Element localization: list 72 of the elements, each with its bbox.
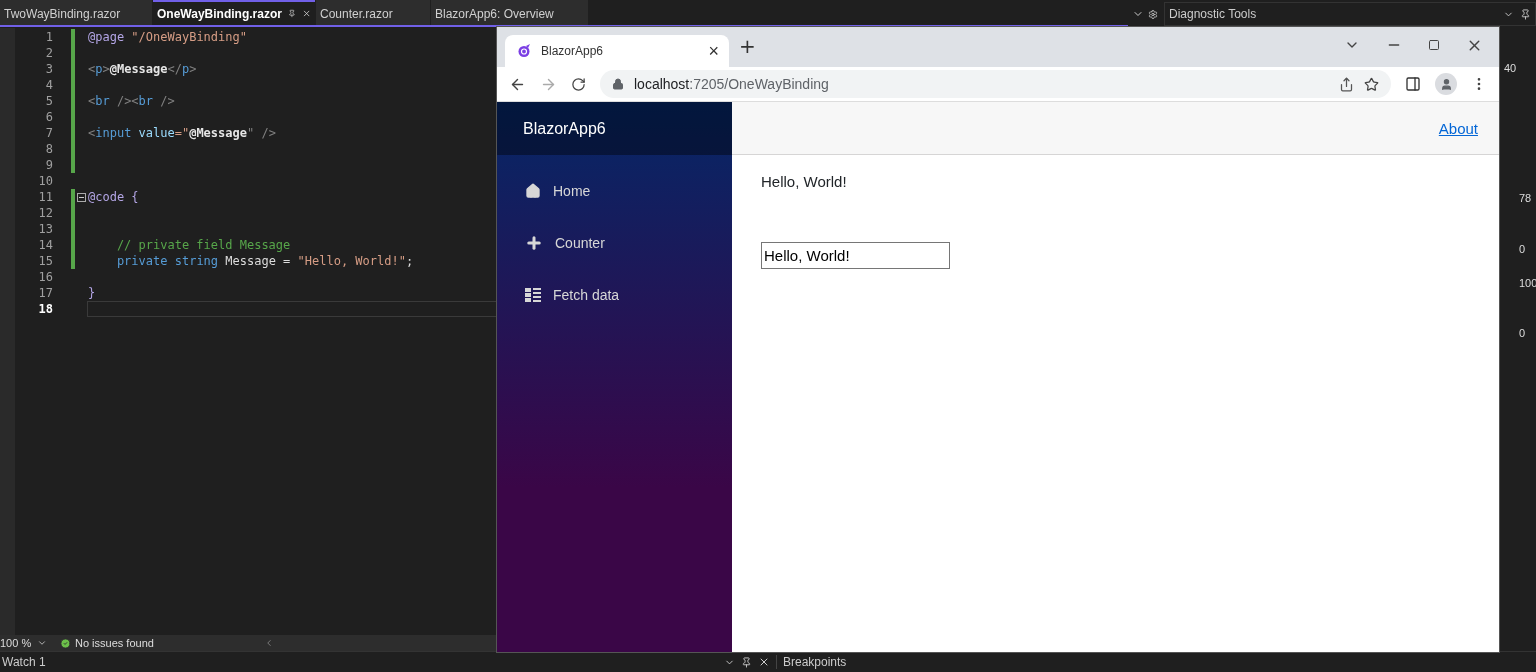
code-line: } xyxy=(88,286,96,300)
line-number: 15 xyxy=(37,254,53,268)
star-icon[interactable] xyxy=(1364,76,1379,92)
nav-label: Fetch data xyxy=(553,287,620,303)
line-number: 8 xyxy=(44,142,53,156)
line-number: 9 xyxy=(44,158,53,172)
code-line: private string Message = "Hello, World!"; xyxy=(115,254,414,268)
close-icon[interactable] xyxy=(758,656,770,668)
address-bar[interactable]: localhost:7205/OneWayBinding xyxy=(600,70,1391,98)
pin-icon[interactable] xyxy=(1520,8,1531,20)
chart-reading: 0 xyxy=(1519,243,1526,255)
line-number: 1 xyxy=(44,30,53,44)
reload-icon[interactable] xyxy=(571,76,586,92)
nav-label: Counter xyxy=(555,235,605,251)
plus-icon xyxy=(525,234,543,252)
line-number: 12 xyxy=(37,206,53,220)
settings-icon[interactable] xyxy=(1148,8,1158,20)
line-number: 13 xyxy=(37,222,53,236)
line-number: 16 xyxy=(37,270,53,284)
panel-tab[interactable]: Watch 1 xyxy=(0,655,718,669)
line-number: 6 xyxy=(44,110,53,124)
person-icon xyxy=(1439,77,1453,91)
about-link[interactable]: About xyxy=(1438,119,1478,137)
nav-link[interactable]: Home xyxy=(509,167,720,215)
nav-link[interactable]: Fetch data xyxy=(509,271,720,319)
zoom-level[interactable]: 100 % xyxy=(0,637,32,649)
line-number: 3 xyxy=(44,62,53,76)
line-number: 7 xyxy=(44,126,53,140)
new-tab-button[interactable]: + xyxy=(739,34,756,58)
line-number: 5 xyxy=(44,94,53,108)
line-number: 4 xyxy=(44,78,53,92)
message-input[interactable]: Hello, World! xyxy=(761,242,950,269)
pin-icon[interactable] xyxy=(287,8,296,19)
code-line: <p>@Message</p> xyxy=(88,62,197,76)
panel-title: Diagnostic Tools xyxy=(1169,7,1257,21)
line-number: 17 xyxy=(37,286,53,300)
line-number: 10 xyxy=(37,174,53,188)
message-text: Hello, World! xyxy=(761,173,847,190)
nav-label: Home xyxy=(553,183,591,199)
code-line: @code { xyxy=(88,190,139,204)
code-line: // private field Message xyxy=(115,238,291,252)
profile-button[interactable] xyxy=(1435,73,1457,95)
pin-icon[interactable] xyxy=(741,656,752,668)
app-brand[interactable]: BlazorApp6 xyxy=(497,102,732,155)
chart-reading: 78 xyxy=(1519,192,1532,204)
code-line: <input value="@Message" /> xyxy=(88,126,276,140)
panel-tab[interactable]: Breakpoints xyxy=(776,655,847,669)
share-icon[interactable] xyxy=(1339,76,1354,92)
lock-icon xyxy=(612,78,624,90)
line-number: 18 xyxy=(37,302,53,316)
code-line: <br /><br /> xyxy=(88,94,175,108)
side-panel-icon[interactable] xyxy=(1405,76,1421,92)
line-number: 11 xyxy=(37,190,53,204)
nav-link[interactable]: Counter xyxy=(509,219,720,267)
dropdown-icon[interactable] xyxy=(37,638,48,648)
chart-reading: 40 xyxy=(1504,62,1517,74)
maximize-icon[interactable] xyxy=(1428,39,1440,51)
line-number: 14 xyxy=(37,238,53,252)
logo-icon xyxy=(517,44,531,58)
close-tab-button[interactable]: × xyxy=(708,40,719,62)
list-icon xyxy=(525,288,541,302)
browser-tab[interactable]: BlazorApp6 × xyxy=(505,35,729,67)
collapse-icon[interactable] xyxy=(77,192,86,202)
home-icon xyxy=(525,183,541,199)
code-line: @page "/OneWayBinding" xyxy=(88,30,247,44)
chart-reading: 0 xyxy=(1519,327,1526,339)
chart-reading: 100 xyxy=(1519,277,1536,289)
issues-status: No issues found xyxy=(75,637,154,649)
editor-tab[interactable]: TwoWayBinding.razor xyxy=(0,0,152,25)
editor-tab[interactable]: BlazorApp6: Overview xyxy=(431,0,588,25)
editor-tab[interactable]: Counter.razor xyxy=(316,0,430,25)
line-number: 2 xyxy=(44,46,53,60)
